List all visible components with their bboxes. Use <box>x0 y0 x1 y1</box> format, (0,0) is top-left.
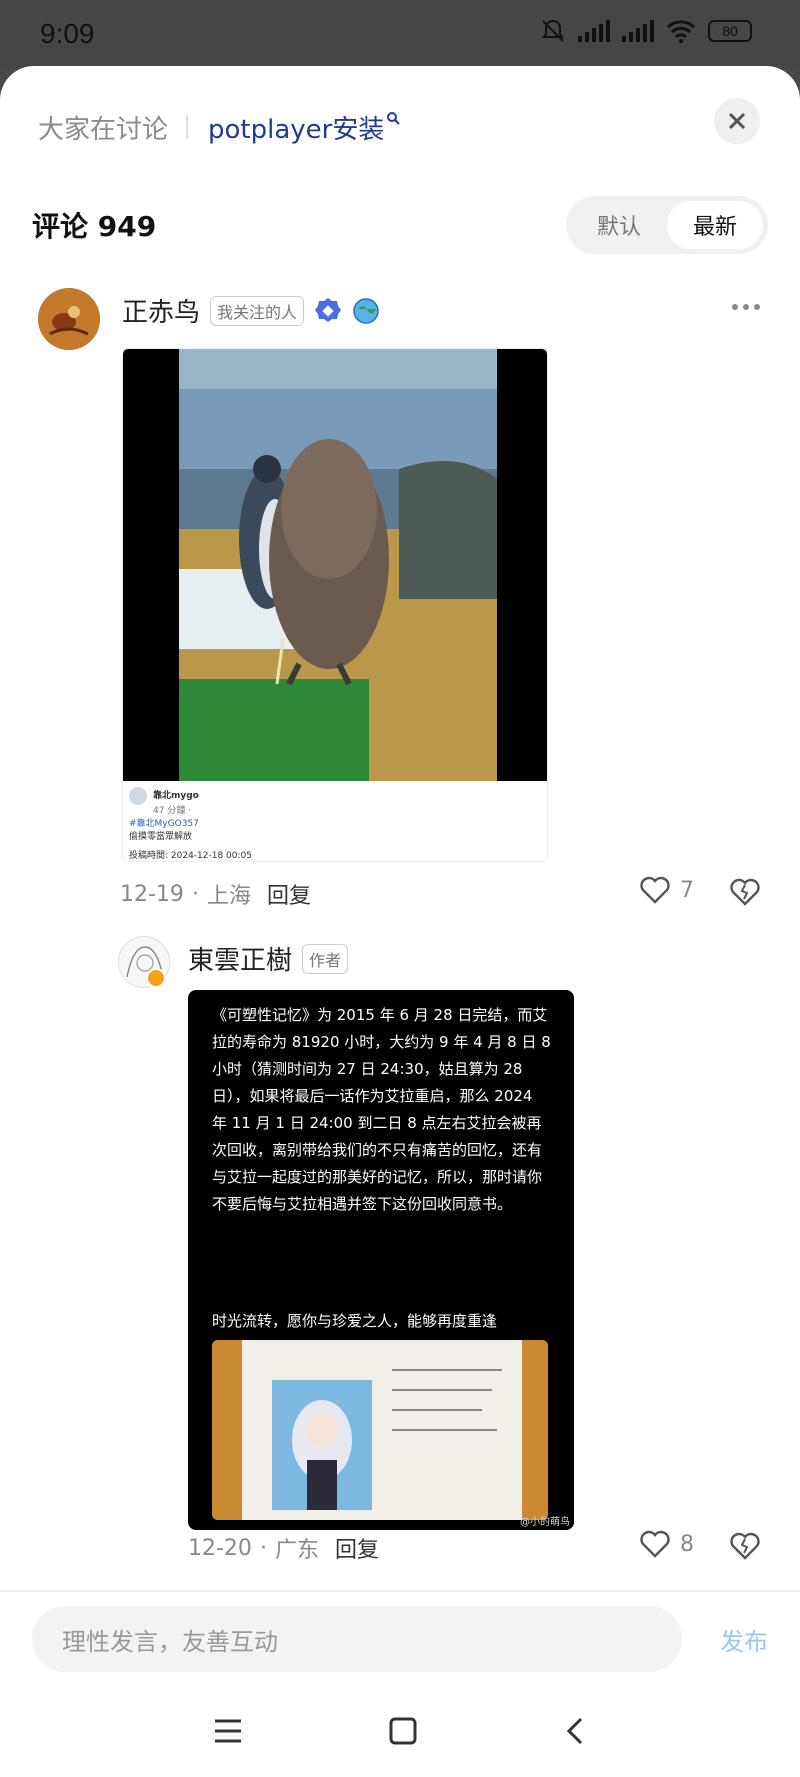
image-caption: 靠北mygo 47 分鐘 · #靠北MyGO357 偷摸零當眾解放 投稿時間: … <box>129 787 529 861</box>
status-icons: 80 <box>540 18 752 44</box>
watermark: @小的萌鸟 <box>520 1517 570 1528</box>
battery-icon: 80 <box>708 20 752 42</box>
signal-icon-2 <box>622 20 654 42</box>
username[interactable]: 東雲正樹 <box>188 940 292 977</box>
menu-icon[interactable] <box>213 1718 243 1744</box>
close-button[interactable] <box>714 98 760 144</box>
like-count: 7 <box>680 877 694 903</box>
caption-avatar <box>129 787 147 805</box>
close-icon <box>728 112 746 130</box>
globe-badge-icon <box>353 297 379 324</box>
comment-meta: 12-19 · 上海 回复 <box>120 878 311 910</box>
penguin-video-frame <box>123 349 547 781</box>
back-icon[interactable] <box>563 1716 587 1746</box>
anime-screenshot <box>212 1340 548 1520</box>
like-group: 8 <box>640 1530 694 1558</box>
more-options-icon[interactable] <box>732 304 760 310</box>
system-nav-bar <box>0 1696 800 1766</box>
username[interactable]: 正赤鸟 <box>122 292 200 329</box>
sort-latest[interactable]: 最新 <box>666 201 763 249</box>
caption-text: 偷摸零當眾解放 <box>129 832 193 842</box>
caption-posted: 投稿時間: 2024-12-18 00:05 <box>129 851 252 861</box>
topic-divider <box>186 115 189 139</box>
like-group: 7 <box>640 876 694 904</box>
author-tag: 作者 <box>302 943 349 974</box>
comment-date: 12-19 <box>120 881 184 907</box>
comment-header: 评论 949 默认 最新 <box>32 194 768 256</box>
comment-count: 评论 949 <box>32 210 157 243</box>
topic-search-link[interactable]: potplayer安装 <box>208 109 384 146</box>
anime-illustration <box>212 1340 548 1520</box>
comment-author-row: 正赤鸟 我关注的人 <box>122 292 380 329</box>
status-time: 9:09 <box>40 18 95 49</box>
comment-date: 12-20 <box>188 1535 252 1561</box>
image-text: 《可塑性记忆》为 2015 年 6 月 28 日完结，而艾拉的寿命为 81920… <box>212 1006 551 1213</box>
penguin-scene <box>179 349 497 781</box>
home-icon[interactable] <box>388 1716 418 1746</box>
search-icon[interactable] <box>386 111 401 125</box>
topic-prefix: 大家在讨论 <box>38 114 169 145</box>
caption-user: 靠北mygo <box>153 790 199 801</box>
reply-button[interactable]: 回复 <box>335 1532 379 1564</box>
comments-sheet: 大家在讨论 potplayer安装 评论 949 默认 最新 正赤鸟 我关注的人 <box>0 66 800 1777</box>
avatar-illustration <box>38 288 100 350</box>
wifi-icon <box>666 20 696 43</box>
following-tag: 我关注的人 <box>210 295 305 326</box>
status-bar: 9:09 80 <box>0 0 800 70</box>
caption-hashtag: #靠北MyGO357 <box>129 819 199 829</box>
comment-author-row: 東雲正樹 作者 <box>188 940 349 977</box>
input-divider <box>0 1590 800 1592</box>
heart-icon[interactable] <box>640 1530 670 1558</box>
topic-bar: 大家在讨论 potplayer安装 <box>38 102 401 152</box>
image-text-2: 时光流转，愿你与珍爱之人，能够再度重逢 <box>212 1312 498 1330</box>
broken-heart-icon[interactable] <box>730 878 760 906</box>
signal-icon <box>578 20 610 42</box>
sort-toggle: 默认 最新 <box>565 196 768 254</box>
author-badge-icon <box>146 968 166 988</box>
comment-meta: 12-20 · 广东 回复 <box>188 1532 379 1564</box>
broken-heart-icon[interactable] <box>730 1532 760 1560</box>
avatar[interactable] <box>38 288 100 350</box>
comment-location: 广东 <box>274 1538 319 1563</box>
publish-button[interactable]: 发布 <box>720 1622 768 1657</box>
heart-icon[interactable] <box>640 876 670 904</box>
reply-button[interactable]: 回复 <box>267 878 311 910</box>
comment-input[interactable]: 理性发言，友善互动 <box>32 1606 682 1672</box>
comment-image[interactable]: 靠北mygo 47 分鐘 · #靠北MyGO357 偷摸零當眾解放 投稿時間: … <box>122 348 548 862</box>
mute-bell-icon <box>542 19 564 42</box>
penguin-illustration <box>179 349 497 781</box>
sort-default[interactable]: 默认 <box>571 201 667 249</box>
verified-badge-icon <box>315 297 342 322</box>
caption-time: 47 分鐘 · <box>153 806 192 816</box>
comment-image[interactable]: 《可塑性记忆》为 2015 年 6 月 28 日完结，而艾拉的寿命为 81920… <box>188 990 574 1530</box>
comment-location: 上海 <box>206 884 251 909</box>
like-count: 8 <box>680 1531 694 1557</box>
